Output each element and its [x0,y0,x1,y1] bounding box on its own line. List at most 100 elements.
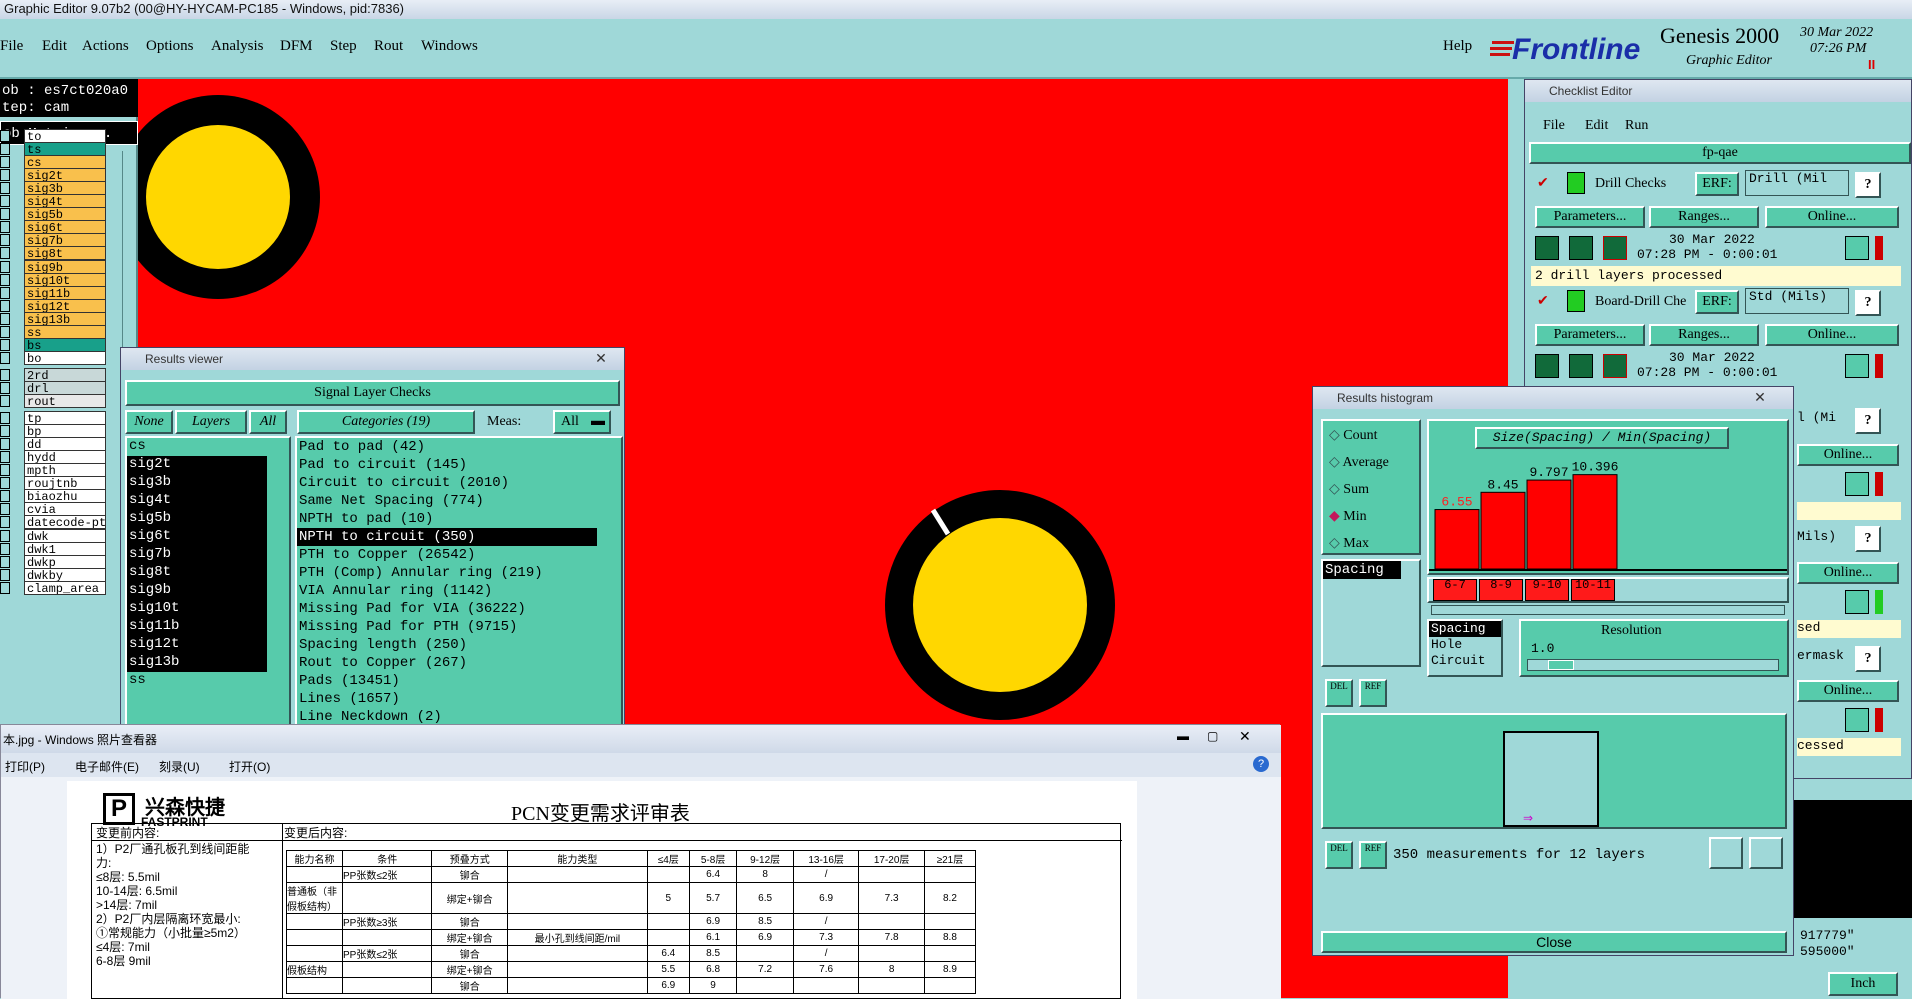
layer-checkbox[interactable] [0,381,10,394]
list-item[interactable]: Circuit to circuit (2010) [297,474,597,492]
close-button[interactable]: Close [1321,931,1787,953]
list-item[interactable]: sig9b [127,582,267,600]
list-item[interactable]: Spacing [1429,621,1501,637]
parameters-button[interactable]: Parameters... [1535,324,1645,346]
layer-checkbox[interactable] [0,503,10,516]
help-button[interactable]: ? [1855,526,1881,552]
checklist-menu-file[interactable]: File [1543,118,1565,134]
close-icon[interactable]: ✕ [588,351,614,367]
layer-item[interactable]: sig2t [24,168,106,183]
layer-checkbox[interactable] [0,351,10,364]
print-menu[interactable]: 打印(P) [5,758,45,775]
histogram-scrollbar[interactable] [1431,605,1785,615]
layer-item[interactable]: roujtnb [24,476,106,491]
menu-windows[interactable]: Windows [421,38,478,55]
layer-checkbox[interactable] [0,338,10,351]
layer-checkbox[interactable] [0,581,10,594]
layer-checkbox[interactable] [0,273,10,286]
layers-button[interactable]: Layers [175,410,247,434]
erf-button[interactable]: ERF: [1695,290,1739,314]
pause-icon[interactable]: II [1868,57,1875,72]
ranges-button[interactable]: Ranges... [1649,324,1759,346]
layer-item[interactable]: to [24,129,106,143]
online-button[interactable]: Online... [1797,680,1899,702]
list-item[interactable]: Circuit [1429,653,1501,669]
list-item[interactable]: NPTH to pad (10) [297,510,597,528]
list-item[interactable]: Pads (13451) [297,672,597,690]
layer-item[interactable]: sig10t [24,272,106,287]
histogram-bar[interactable] [1434,509,1480,570]
layer-checkbox[interactable] [0,555,10,568]
help-button[interactable]: ? [1855,290,1881,316]
slider-thumb[interactable] [1548,660,1574,670]
checklist-menu-run[interactable]: Run [1625,118,1648,134]
menu-help[interactable]: Help [1443,38,1472,55]
close-icon[interactable]: ✕ [1747,390,1773,406]
list-item[interactable]: Pad to circuit (145) [297,456,597,474]
run-icon[interactable] [1603,354,1627,378]
histogram-bar[interactable] [1572,474,1618,570]
layer-checkbox[interactable] [0,451,10,464]
run-icon[interactable] [1569,354,1593,378]
layer-checkbox[interactable] [0,221,10,234]
close-icon[interactable]: ✕ [1239,728,1251,745]
layer-item[interactable]: bo [24,350,106,365]
erf-button[interactable]: ERF: [1695,172,1739,196]
layer-item[interactable]: cs [24,155,106,170]
none-button[interactable]: None [125,410,173,434]
list-item[interactable]: NPTH to circuit (350) [297,528,597,546]
list-item[interactable]: Hole [1429,637,1501,653]
zoom-icon[interactable] [1845,708,1869,732]
layer-item[interactable]: ts [24,142,106,157]
burn-menu[interactable]: 刻录(U) [159,758,200,775]
list-item[interactable]: ss [127,672,267,690]
list-item[interactable]: sig2t [127,456,267,474]
list-item[interactable]: sig7b [127,546,267,564]
layer-checkbox[interactable] [0,260,10,273]
layer-checkbox[interactable] [0,516,10,529]
list-item[interactable]: sig8t [127,564,267,582]
list-item[interactable]: sig10t [127,600,267,618]
run-icon[interactable] [1535,236,1559,260]
list-item[interactable]: sig4t [127,492,267,510]
list-item[interactable]: sig5b [127,510,267,528]
mode-radio[interactable]: ◇ Max [1329,535,1369,552]
layer-item[interactable]: ss [24,324,106,339]
open-menu[interactable]: 打开(O) [229,758,270,775]
layer-item[interactable]: sig5b [24,207,106,222]
mode-radio[interactable]: ◇ Average [1329,454,1389,471]
meas-select[interactable]: All ▬ [553,410,611,434]
category-list[interactable]: Pad to pad (42) Pad to circuit (145) Circu… [295,436,623,726]
online-button[interactable]: Online... [1797,444,1899,466]
layer-item[interactable]: hydd [24,450,106,465]
menu-edit[interactable]: Edit [42,38,67,55]
layer-checkbox[interactable] [0,568,10,581]
list-item[interactable]: Same Net Spacing (774) [297,492,597,510]
layer-checkbox[interactable] [0,195,10,208]
minimize-icon[interactable]: ▬ [1177,729,1189,743]
list-item[interactable]: cs [127,438,267,456]
run-icon[interactable] [1535,354,1559,378]
layer-item[interactable]: datecode-pt [24,515,106,530]
export-icon[interactable] [1709,837,1743,869]
layer-checkbox[interactable] [0,130,10,142]
layer-item[interactable]: bp [24,424,106,439]
layer-checkbox[interactable] [0,208,10,221]
layer-item[interactable]: dd [24,437,106,452]
zoom-icon[interactable] [1845,354,1869,378]
histogram-svg[interactable]: 6.55 8.45 9.797 10.396 [1429,451,1787,573]
histogram-bar[interactable] [1526,479,1572,570]
mode-radio[interactable]: ◇ Sum [1329,481,1369,498]
online-button[interactable]: Online... [1797,562,1899,584]
zoom-icon[interactable] [1845,472,1869,496]
checklist-menu-edit[interactable]: Edit [1585,118,1608,134]
layer-checkbox[interactable] [0,395,10,407]
layer-item[interactable]: sig6t [24,220,106,235]
layer-item[interactable]: drl [24,380,106,395]
range-label[interactable]: 10-11 [1571,579,1615,601]
type-list[interactable]: Spacing Hole Circuit [1427,619,1503,677]
layer-checkbox[interactable] [0,247,10,260]
layer-checkbox[interactable] [0,542,10,555]
ref-button[interactable]: REF [1359,841,1387,869]
menu-rout[interactable]: Rout [374,38,403,55]
